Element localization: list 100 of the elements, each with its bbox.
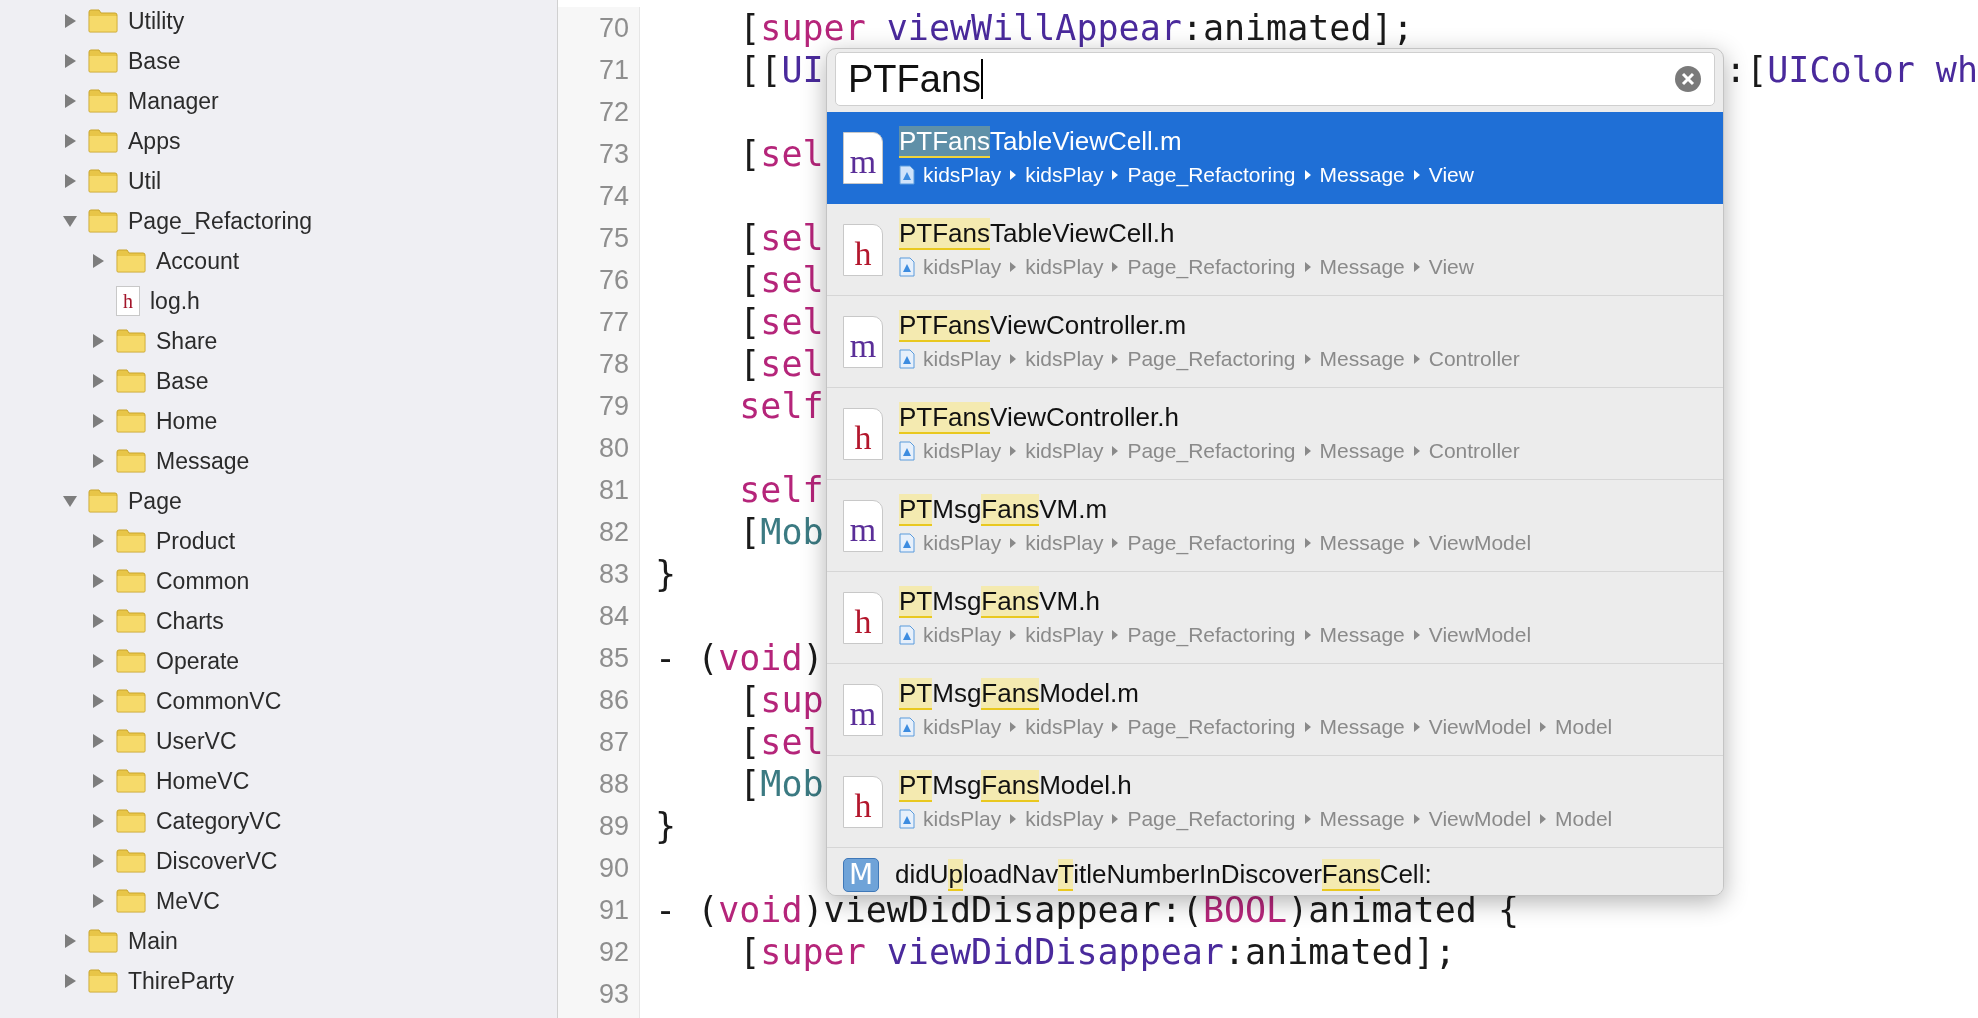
folder-label[interactable]: Charts	[156, 603, 224, 639]
collapsed-triangle-icon[interactable]	[62, 933, 78, 949]
path-item: kidsPlay	[1025, 713, 1104, 740]
collapsed-triangle-icon[interactable]	[62, 173, 78, 189]
folder-label[interactable]: Home	[156, 403, 218, 439]
line-number: 88	[597, 768, 629, 801]
folder-label[interactable]: Utility	[128, 3, 185, 39]
expanded-triangle-icon[interactable]	[62, 493, 78, 509]
line-number: 92	[597, 936, 629, 969]
collapsed-triangle-icon[interactable]	[90, 453, 106, 469]
path-separator-icon	[1303, 812, 1312, 825]
collapsed-triangle-icon[interactable]	[90, 653, 106, 669]
folder-icon	[116, 769, 146, 793]
collapsed-triangle-icon[interactable]	[90, 413, 106, 429]
header-file-icon: h	[116, 286, 140, 316]
collapsed-triangle-icon[interactable]	[90, 733, 106, 749]
path-separator-icon	[1009, 444, 1018, 457]
folder-label[interactable]: Apps	[128, 123, 181, 159]
folder-label[interactable]: Share	[156, 323, 218, 359]
source-file-icon: h	[843, 223, 883, 276]
collapsed-triangle-icon[interactable]	[90, 253, 106, 269]
folder-label[interactable]: Base	[156, 363, 209, 399]
collapsed-triangle-icon[interactable]	[62, 133, 78, 149]
collapsed-triangle-icon[interactable]	[90, 573, 106, 589]
path-separator-icon	[1412, 352, 1421, 365]
search-result-row[interactable]: M didUploadNavTitleNumberInDiscoverFansCell:	[827, 848, 1723, 895]
collapsed-triangle-icon[interactable]	[90, 373, 106, 389]
collapsed-triangle-icon[interactable]	[62, 13, 78, 29]
path-item: Page_Refactoring	[1127, 345, 1296, 373]
folder-label[interactable]: DiscoverVC	[156, 843, 278, 879]
search-result-row[interactable]: h PTMsgFansModel.h kidsPlay kidsPlay Page_Refactoring Message ViewModel Model	[827, 756, 1723, 848]
path-separator-icon	[1009, 812, 1018, 825]
search-result-row[interactable]: m PTMsgFansModel.m kidsPlay kidsPlay Page_Refactoring Message ViewModel Model	[827, 664, 1723, 756]
result-title: PTMsgFansVM.m	[899, 492, 1109, 525]
path-separator-icon	[1303, 720, 1312, 733]
method-icon: M	[843, 858, 879, 892]
folder-label[interactable]: Operate	[156, 643, 240, 679]
result-title: PTMsgFansModel.h	[899, 768, 1133, 801]
collapsed-triangle-icon[interactable]	[90, 613, 106, 629]
folder-label[interactable]: Message	[156, 443, 250, 479]
collapsed-triangle-icon[interactable]	[90, 853, 106, 869]
code-text: }	[655, 553, 677, 595]
folder-icon	[88, 489, 118, 513]
path-separator-icon	[1412, 536, 1421, 549]
project-icon	[899, 624, 915, 645]
path-item: Message	[1319, 529, 1405, 556]
code-text: [sel	[738, 301, 824, 343]
folder-label[interactable]: UserVC	[156, 723, 237, 759]
code-text: [sel	[738, 721, 824, 763]
collapsed-triangle-icon[interactable]	[90, 333, 106, 349]
folder-label[interactable]: CategoryVC	[156, 803, 282, 839]
collapsed-triangle-icon[interactable]	[90, 773, 106, 789]
path-item: Page_Refactoring	[1127, 713, 1296, 741]
code-text: [sel	[738, 259, 824, 301]
collapsed-triangle-icon[interactable]	[62, 973, 78, 989]
folder-icon	[116, 449, 146, 473]
line-number: 70	[597, 12, 629, 45]
path-separator-icon	[1009, 628, 1018, 641]
file-label[interactable]: log.h	[150, 283, 200, 319]
line-number: 89	[597, 810, 629, 843]
clear-icon[interactable]	[1674, 65, 1702, 93]
collapsed-triangle-icon[interactable]	[90, 693, 106, 709]
folder-label[interactable]: Account	[156, 243, 240, 279]
folder-icon	[88, 49, 118, 73]
folder-label[interactable]: CommonVC	[156, 683, 282, 719]
search-result-row[interactable]: h PTFansViewController.h kidsPlay kidsPlay Page_Refactoring Message Controller	[827, 388, 1723, 480]
search-result-row[interactable]: m PTFansViewController.m kidsPlay kidsPlay Page_Refactoring Message Controller	[827, 296, 1723, 388]
path-item: kidsPlay	[923, 529, 1002, 556]
search-result-row[interactable]: m PTFansTableViewCell.m kidsPlay kidsPlay Page_Refactoring Message View	[827, 112, 1723, 204]
line-number: 81	[597, 474, 629, 507]
folder-label[interactable]: HomeVC	[156, 763, 250, 799]
search-result-row[interactable]: h PTFansTableViewCell.h kidsPlay kidsPlay Page_Refactoring Message View	[827, 204, 1723, 296]
folder-label[interactable]: Common	[156, 563, 250, 599]
path-item: Model	[1555, 713, 1613, 740]
path-separator-icon	[1111, 812, 1120, 825]
folder-label[interactable]: Base	[128, 43, 181, 79]
folder-label[interactable]: Product	[156, 523, 236, 559]
collapsed-triangle-icon[interactable]	[62, 93, 78, 109]
search-field[interactable]: PTFans	[835, 52, 1715, 106]
path-item: Message	[1319, 161, 1405, 188]
line-number: 90	[597, 852, 629, 885]
result-title: PTMsgFansModel.m	[899, 676, 1140, 709]
collapsed-triangle-icon[interactable]	[62, 53, 78, 69]
folder-label[interactable]: Util	[128, 163, 162, 199]
folder-label[interactable]: Manager	[128, 83, 219, 119]
folder-label[interactable]: ThireParty	[128, 963, 235, 999]
path-separator-icon	[1009, 168, 1018, 181]
collapsed-triangle-icon[interactable]	[90, 893, 106, 909]
folder-label[interactable]: Main	[128, 923, 178, 959]
path-separator-icon	[1009, 260, 1018, 273]
collapsed-triangle-icon[interactable]	[90, 813, 106, 829]
search-result-row[interactable]: h PTMsgFansVM.h kidsPlay kidsPlay Page_Refactoring Message ViewModel	[827, 572, 1723, 664]
project-icon	[899, 164, 915, 185]
folder-label[interactable]: Page_Refactoring	[128, 203, 313, 239]
folder-label[interactable]: Page	[128, 483, 182, 519]
search-result-row[interactable]: m PTMsgFansVM.m kidsPlay kidsPlay Page_Refactoring Message ViewModel	[827, 480, 1723, 572]
folder-label[interactable]: MeVC	[156, 883, 220, 919]
code-text: [Mob	[738, 763, 824, 805]
collapsed-triangle-icon[interactable]	[90, 533, 106, 549]
expanded-triangle-icon[interactable]	[62, 213, 78, 229]
